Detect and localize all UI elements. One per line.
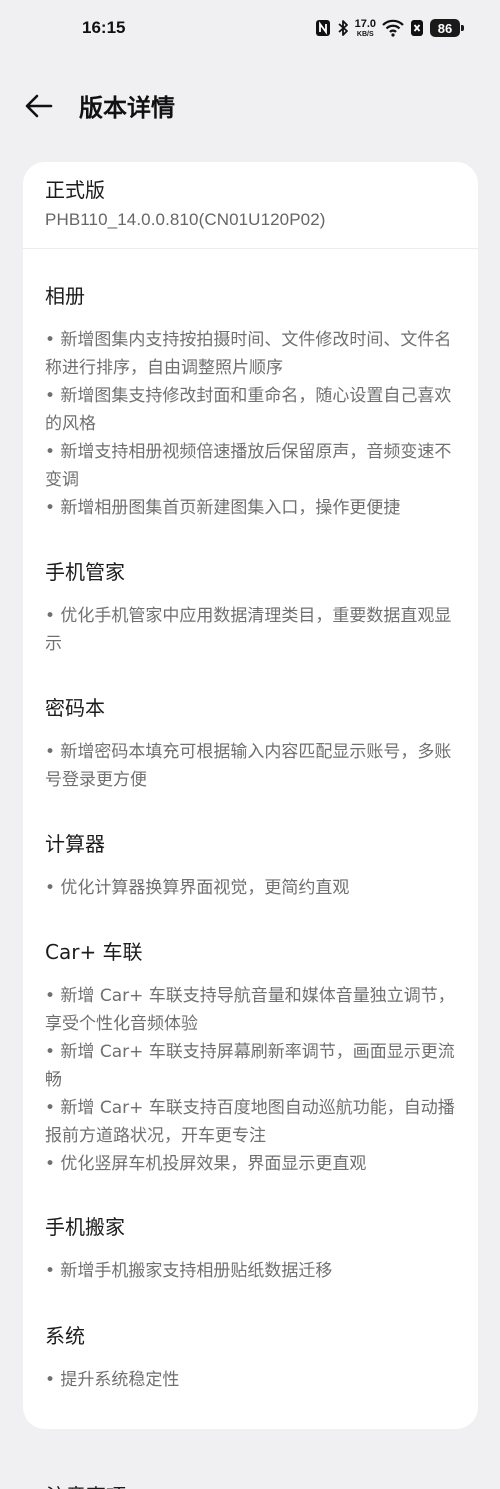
list-item: • 新增支持相册视频倍速播放后保留原声，音频变速不变调 [45,442,452,490]
section-title: Car+ 车联 [45,940,143,964]
speed-unit: KB/S [356,30,374,38]
nfc-icon [315,17,331,39]
list-item: • 新增相册图集首页新建图集入口，操作更便捷 [45,498,401,518]
list-item: • 优化竖屏车机投屏效果，界面显示更直观 [45,1154,367,1174]
section-calculator: 计算器 • 优化计算器换算界面视觉，更简约直观 [45,832,460,902]
header: 版本详情 [0,78,500,134]
section-title: 相册 [45,284,85,308]
section-phone-clone: 手机搬家 • 新增手机搬家支持相册贴纸数据迁移 [45,1215,460,1285]
section-system: 系统 • 提升系统稳定性 [45,1324,460,1394]
status-bar: 16:15 17.0 KB/S 86 [0,0,500,58]
section-title: 计算器 [45,832,105,856]
notes-section-title: 注意事项 [46,1480,126,1489]
network-speed: 17.0 KB/S [354,17,376,38]
page-title: 版本详情 [79,94,175,122]
list-item: • 新增 Car+ 车联支持屏幕刷新率调节，画面显示更流畅 [45,1042,455,1090]
version-label: 正式版 [45,178,105,202]
list-item: • 新增密码本填充可根据输入内容匹配显示账号，多账号登录更方便 [45,742,452,790]
list-item: • 优化手机管家中应用数据清理类目，重要数据直观显示 [45,606,452,654]
status-time: 16:15 [82,18,126,37]
section-password-book: 密码本 • 新增密码本填充可根据输入内容匹配显示账号，多账号登录更方便 [45,696,460,794]
list-item: • 新增手机搬家支持相册贴纸数据迁移 [45,1261,333,1281]
list-item: • 新增 Car+ 车联支持导航音量和媒体音量独立调节，享受个性化音频体验 [45,986,455,1034]
section-title: 系统 [45,1324,85,1348]
list-item: • 新增图集内支持按拍摄时间、文件修改时间、文件名称进行排序，自由调整照片顺序 [45,330,452,378]
list-item: • 提升系统稳定性 [45,1370,180,1390]
section-title: 手机管家 [45,560,125,584]
section-phone-manager: 手机管家 • 优化手机管家中应用数据清理类目，重要数据直观显示 [45,560,460,658]
battery-icon: 86 [430,19,464,37]
sim-icon [410,17,424,39]
arrow-left-icon[interactable] [22,90,56,122]
speed-value: 17.0 [354,17,376,30]
wifi-icon [382,17,404,39]
list-item: • 新增图集支持修改封面和重命名，随心设置自己喜欢的风格 [45,386,452,434]
list-item: • 新增 Car+ 车联支持百度地图自动巡航功能，自动播报前方道路状况，开车更专… [45,1098,455,1146]
section-title: 密码本 [45,696,105,720]
release-notes-card: 正式版 PHB110_14.0.0.810(CN01U120P02) 相册 • … [23,162,478,1429]
status-icons: 17.0 KB/S 86 [315,17,464,39]
section-car-connect: Car+ 车联 • 新增 Car+ 车联支持导航音量和媒体音量独立调节，享受个性… [45,940,460,1178]
section-title: 手机搬家 [45,1215,125,1239]
section-album: 相册 • 新增图集内支持按拍摄时间、文件修改时间、文件名称进行排序，自由调整照片… [45,284,460,522]
bluetooth-icon [337,17,349,39]
version-number: PHB110_14.0.0.810(CN01U120P02) [45,210,326,229]
list-item: • 优化计算器换算界面视觉，更简约直观 [45,878,350,898]
version-block: 正式版 PHB110_14.0.0.810(CN01U120P02) [23,162,478,249]
